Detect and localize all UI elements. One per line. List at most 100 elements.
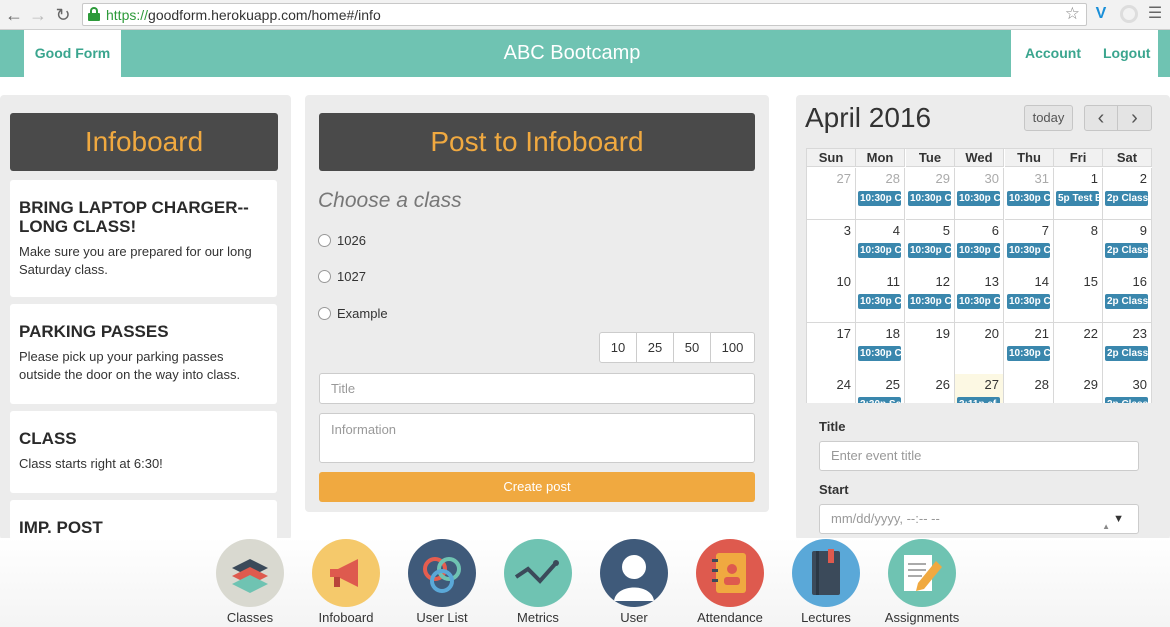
class-radio-1026[interactable]: 1026	[318, 233, 366, 251]
calendar-event[interactable]: 5p Test Event	[1056, 191, 1099, 206]
forward-arrow-icon[interactable]: →	[28, 5, 48, 25]
calendar-day[interactable]: 30 2p Class	[1103, 374, 1152, 403]
event-start-input[interactable]: mm/dd/yyyy, --:-- -- ▲▼ ▼	[819, 504, 1139, 559]
calendar-event[interactable]: 2:30p Sc	[858, 397, 901, 403]
calendar-day[interactable]: 25 2:30p Sc	[856, 374, 905, 403]
calendar-day[interactable]: 22	[1054, 323, 1103, 375]
calendar-event[interactable]: 10:30p Class	[957, 243, 1000, 258]
calendar-day[interactable]: 5 10:30p Class	[906, 220, 955, 272]
post-title-input[interactable]: Title	[319, 373, 755, 404]
calendar-day[interactable]: 16 2p Class	[1103, 271, 1152, 323]
dock-item-infoboard[interactable]: Infoboard	[298, 539, 394, 627]
chevron-right-icon[interactable]: ›	[1117, 105, 1152, 131]
address-bar[interactable]: https://goodform.herokuapp.com/home#/inf…	[82, 3, 1087, 26]
back-arrow-icon[interactable]: ←	[4, 5, 24, 25]
calendar-day[interactable]: 12 10:30p Class	[906, 271, 955, 323]
calendar-event[interactable]: 10:30p Class	[858, 243, 901, 258]
chevron-left-icon[interactable]: ‹	[1084, 105, 1118, 131]
calendar-day[interactable]: 11 10:30p Class	[856, 271, 905, 323]
calendar-event[interactable]: 10:30p Class	[957, 294, 1000, 309]
browser-menu-icon[interactable]: ☰	[1146, 5, 1164, 23]
calendar-day[interactable]: 4 10:30p Class	[856, 220, 905, 272]
calendar-event[interactable]: 2p Class	[1105, 243, 1148, 258]
post-information-textarea[interactable]: Information	[319, 413, 755, 463]
calendar-event[interactable]: 10:30p Class	[908, 294, 951, 309]
pencil-paper-icon[interactable]	[888, 539, 956, 607]
calendar-day[interactable]: 19	[906, 323, 955, 375]
event-title-input[interactable]: Enter event title	[819, 441, 1139, 471]
notebook-icon[interactable]	[792, 539, 860, 607]
calendar-day[interactable]: 10	[807, 271, 856, 323]
calendar-day[interactable]: 30 10:30p Class	[955, 168, 1004, 220]
calendar-day[interactable]: 3	[807, 220, 856, 272]
account-link[interactable]: Account	[1025, 30, 1081, 77]
calendar-day[interactable]: 8	[1054, 220, 1103, 272]
calendar-day[interactable]: 28	[1005, 374, 1054, 403]
calendar-day[interactable]: 29 10:30p Class	[906, 168, 955, 220]
bookmark-star-icon[interactable]: ☆	[1065, 4, 1080, 24]
layers-icon[interactable]	[216, 539, 284, 607]
line-chart-icon[interactable]	[504, 539, 572, 607]
calendar-day[interactable]: 2 2p Class	[1103, 168, 1152, 220]
calendar-event[interactable]: 10:30p Class	[1007, 294, 1050, 309]
logout-link[interactable]: Logout	[1103, 30, 1150, 77]
reload-icon[interactable]: ↻	[53, 5, 73, 25]
calendar-event[interactable]: 10:30p Class	[858, 346, 901, 361]
radio-button[interactable]	[318, 307, 331, 321]
size-25-button[interactable]: 25	[637, 333, 674, 362]
calendar-event[interactable]: 10:30p Class	[1007, 346, 1050, 361]
calendar-event[interactable]: 2p Class	[1105, 294, 1148, 309]
dock-item-user[interactable]: User	[586, 539, 682, 627]
calendar-day[interactable]: 20	[955, 323, 1004, 375]
calendar-day[interactable]: 18 10:30p Class	[856, 323, 905, 375]
dock-item-attendance[interactable]: Attendance	[682, 539, 778, 627]
address-book-icon[interactable]	[696, 539, 764, 607]
dock-item-classes[interactable]: Classes	[202, 539, 298, 627]
class-radio-example[interactable]: Example	[318, 306, 388, 324]
calendar-event[interactable]: 10:30p Class	[858, 294, 901, 309]
size-100-button[interactable]: 100	[711, 333, 754, 362]
today-button[interactable]: today	[1024, 105, 1073, 131]
megaphone-icon[interactable]	[312, 539, 380, 607]
calendar-day-today[interactable]: 27 3:11p ef	[955, 374, 1004, 403]
calendar-day[interactable]: 15	[1054, 271, 1103, 323]
radio-button[interactable]	[318, 270, 331, 284]
dock-item-lectures[interactable]: Lectures	[778, 539, 874, 627]
extension-icon[interactable]	[1120, 5, 1138, 23]
users-icon[interactable]	[408, 539, 476, 607]
calendar-day[interactable]: 23 2p Class	[1103, 323, 1152, 375]
calendar-event[interactable]: 10:30p Class	[908, 191, 951, 206]
dock-item-assignments[interactable]: Assignments	[874, 539, 970, 627]
size-10-button[interactable]: 10	[600, 333, 637, 362]
dock-item-user-list[interactable]: User List	[394, 539, 490, 627]
extension-v-icon[interactable]: V	[1092, 5, 1110, 23]
dock-item-metrics[interactable]: Metrics	[490, 539, 586, 627]
calendar-event[interactable]: 2p Class	[1105, 346, 1148, 361]
calendar-day[interactable]: 9 2p Class	[1103, 220, 1152, 272]
calendar-day[interactable]: 13 10:30p Class	[955, 271, 1004, 323]
calendar-event[interactable]: 3:11p ef	[957, 397, 1000, 403]
calendar-day[interactable]: 27	[807, 168, 856, 220]
calendar-event[interactable]: 10:30p Class	[908, 243, 951, 258]
calendar-day[interactable]: 1 5p Test Event	[1054, 168, 1103, 220]
calendar-day[interactable]: 21 10:30p Class	[1005, 323, 1054, 375]
size-50-button[interactable]: 50	[674, 333, 711, 362]
calendar-day[interactable]: 31 10:30p Class	[1005, 168, 1054, 220]
calendar-day[interactable]: 14 10:30p Class	[1005, 271, 1054, 323]
calendar-day[interactable]: 29	[1054, 374, 1103, 403]
user-icon[interactable]	[600, 539, 668, 607]
calendar-day[interactable]: 6 10:30p Class	[955, 220, 1004, 272]
calendar-event[interactable]: 10:30p Class	[1007, 191, 1050, 206]
calendar-event[interactable]: 10:30p Class	[957, 191, 1000, 206]
calendar-event[interactable]: 10:30p Class	[858, 191, 901, 206]
calendar-event[interactable]: 2p Class	[1105, 397, 1148, 403]
calendar-day[interactable]: 17	[807, 323, 856, 375]
calendar-day[interactable]: 7 10:30p Class	[1005, 220, 1054, 272]
calendar-event[interactable]: 2p Class	[1105, 191, 1148, 206]
radio-button[interactable]	[318, 234, 331, 248]
create-post-button[interactable]: Create post	[319, 472, 755, 502]
dropdown-arrow-icon[interactable]: ▼	[1113, 505, 1124, 533]
calendar-day[interactable]: 26	[906, 374, 955, 403]
calendar-day[interactable]: 24	[807, 374, 856, 403]
calendar-day[interactable]: 28 10:30p Class	[856, 168, 905, 220]
